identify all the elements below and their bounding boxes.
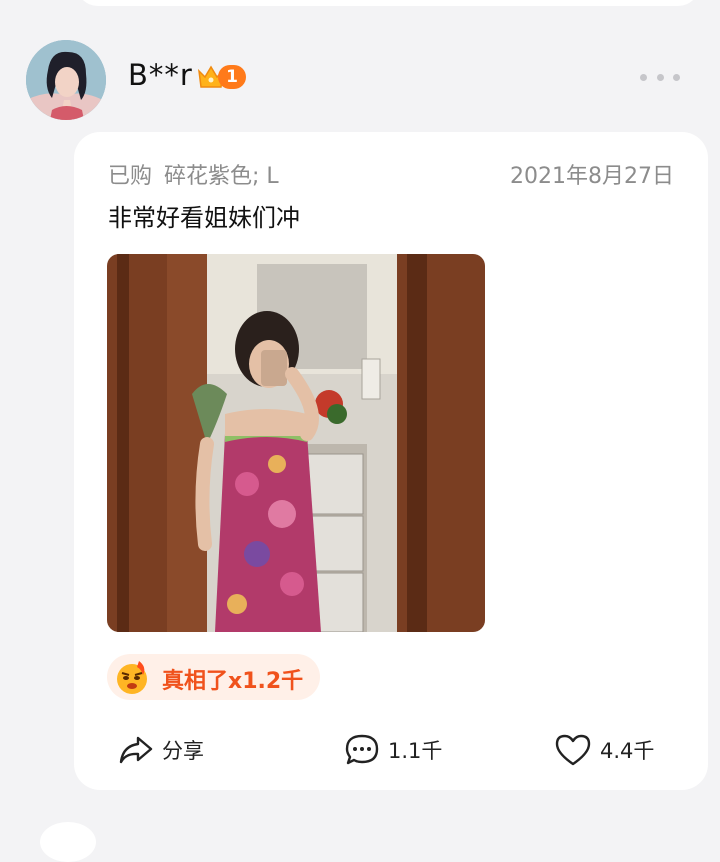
comment-button[interactable]: 1.1千 <box>344 728 442 772</box>
avatar[interactable] <box>26 40 106 120</box>
review-text: 非常好看姐妹们冲 <box>108 204 300 232</box>
action-bar: 分享 1.1千 4.4千 <box>74 728 708 772</box>
review-date: 2021年8月27日 <box>510 164 674 189</box>
review-card: 已购 碎花紫色; L 2021年8月27日 非常好看姐妹们冲 真相了x1.2千 … <box>74 132 708 790</box>
username[interactable]: B**r <box>128 58 193 92</box>
review-photo[interactable] <box>107 254 485 632</box>
reaction-pill[interactable]: 真相了x1.2千 <box>107 654 320 700</box>
purchase-label: 已购 <box>108 164 153 189</box>
vip-level: 1 <box>218 65 246 89</box>
comment-count: 1.1千 <box>388 739 443 763</box>
reviewer-header: B**r 1 <box>0 38 720 120</box>
comment-icon <box>345 734 379 765</box>
more-dots-icon <box>640 73 647 81</box>
reaction-label: 真相了x1.2千 <box>162 669 304 694</box>
share-label: 分享 <box>162 739 204 763</box>
product-spec: 碎花紫色; L <box>164 164 279 189</box>
emoji-fire-face-icon <box>117 661 147 694</box>
more-options-button[interactable] <box>640 62 680 92</box>
previous-card-edge <box>76 0 700 6</box>
heart-icon <box>555 734 591 766</box>
vip-badge: 1 <box>196 62 248 92</box>
like-button[interactable]: 4.4千 <box>554 728 654 772</box>
next-avatar-edge <box>40 822 96 862</box>
like-count: 4.4千 <box>600 739 655 763</box>
purchase-info: 已购 碎花紫色; L <box>108 158 279 190</box>
share-button[interactable]: 分享 <box>118 728 204 772</box>
share-icon <box>119 736 153 764</box>
